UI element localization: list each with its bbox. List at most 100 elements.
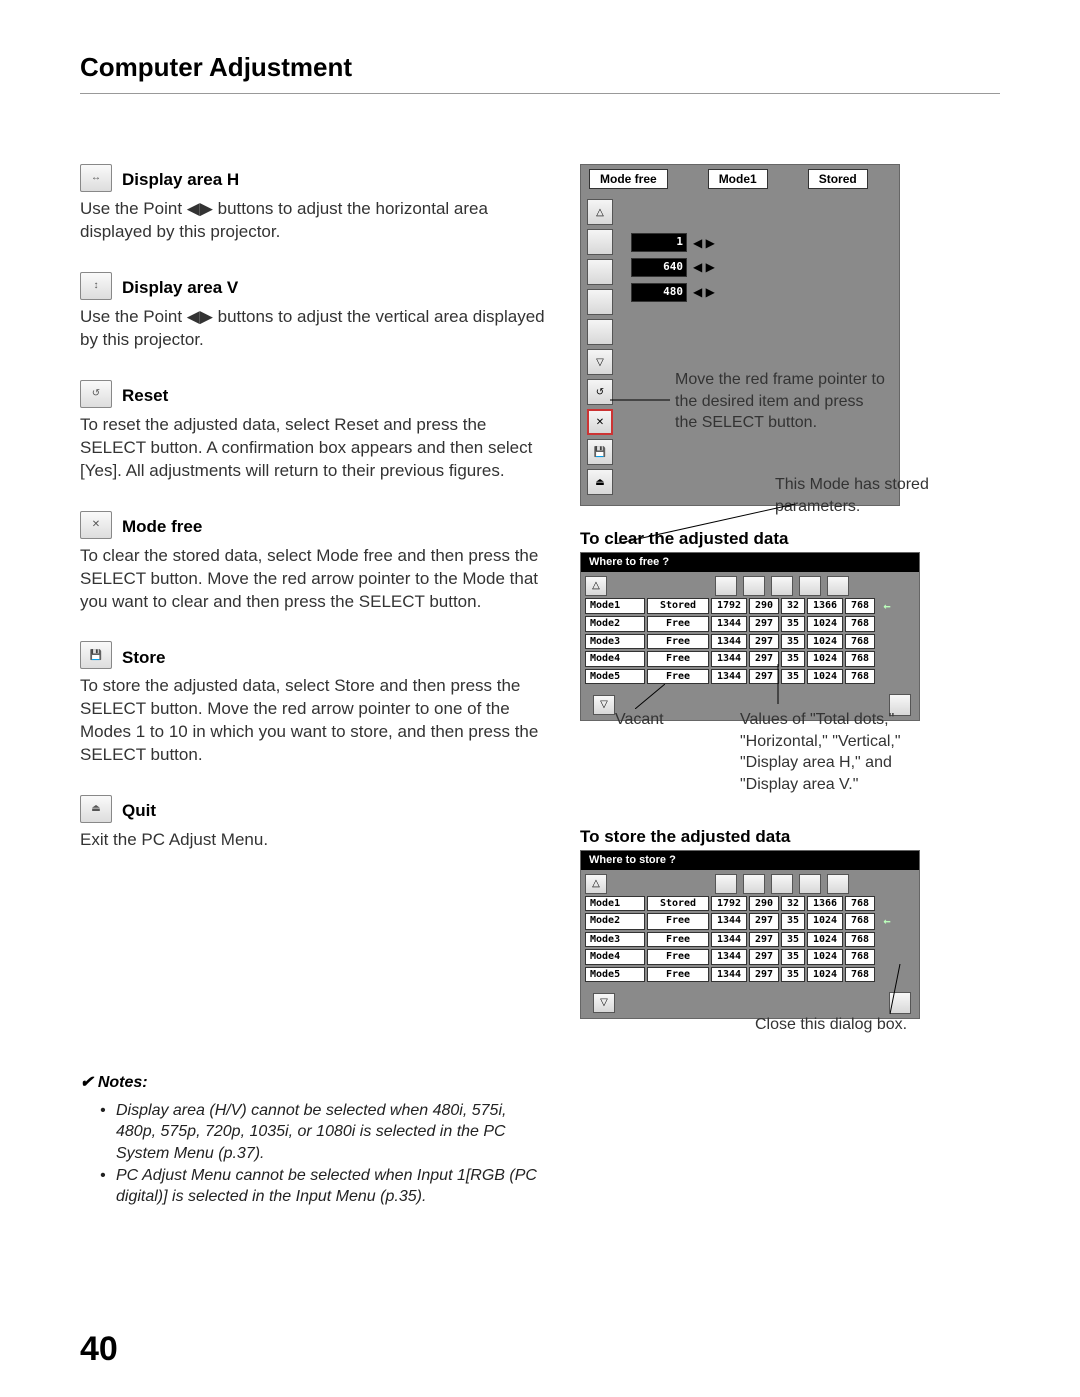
cell-dispv: 768 bbox=[845, 913, 875, 929]
callout-line-icon bbox=[635, 684, 665, 709]
store-title: Store bbox=[122, 647, 165, 670]
cell-dispv: 768 bbox=[845, 616, 875, 632]
cell-horizontal: 290 bbox=[749, 896, 779, 912]
cell-status: Free bbox=[647, 949, 709, 965]
cell-mode: Mode2 bbox=[585, 616, 645, 632]
table-down-icon[interactable]: ▽ bbox=[593, 993, 615, 1013]
table-row[interactable]: Mode4Free1344297351024768 bbox=[585, 651, 915, 667]
reset-body: To reset the adjusted data, select Reset… bbox=[80, 414, 550, 483]
store-icon: 💾 bbox=[80, 641, 112, 669]
store-body: To store the adjusted data, select Store… bbox=[80, 675, 550, 767]
cell-vertical: 32 bbox=[781, 896, 805, 912]
cell-totaldots: 1344 bbox=[711, 669, 747, 685]
display-v-icon: ↕ bbox=[80, 272, 112, 300]
callout-line-icon bbox=[890, 964, 910, 1014]
modefree-body: To clear the stored data, select Mode fr… bbox=[80, 545, 550, 614]
cell-status: Free bbox=[647, 913, 709, 929]
osd-total-icon[interactable] bbox=[587, 259, 613, 285]
osd-disph-icon[interactable] bbox=[587, 289, 613, 315]
cell-horizontal: 297 bbox=[749, 651, 779, 667]
col-icon bbox=[799, 874, 821, 894]
cell-vertical: 35 bbox=[781, 932, 805, 948]
table-clear-rows: Mode1Stored1792290321366768←Mode2Free134… bbox=[581, 598, 919, 690]
cell-status: Free bbox=[647, 669, 709, 685]
table-up-icon[interactable]: △ bbox=[585, 576, 607, 596]
osd-modefree-icon[interactable]: ✕ bbox=[587, 409, 613, 435]
osd-title: Mode free bbox=[589, 169, 668, 189]
notes-1: Display area (H/V) cannot be selected wh… bbox=[80, 1100, 550, 1165]
cell-horizontal: 297 bbox=[749, 616, 779, 632]
table-row[interactable]: Mode2Free1344297351024768 bbox=[585, 616, 915, 632]
cell-mode: Mode5 bbox=[585, 669, 645, 685]
osd-status-stored: Stored bbox=[808, 169, 868, 189]
quit-title: Quit bbox=[122, 800, 156, 823]
cell-totaldots: 1344 bbox=[711, 616, 747, 632]
cell-vertical: 35 bbox=[781, 651, 805, 667]
cell-disph: 1024 bbox=[807, 913, 843, 929]
table-down-icon[interactable]: ▽ bbox=[593, 695, 615, 715]
table-clear-header: Where to free ? bbox=[581, 553, 919, 572]
col-icon bbox=[715, 576, 737, 596]
cell-disph: 1024 bbox=[807, 949, 843, 965]
col-icon bbox=[743, 576, 765, 596]
table-row[interactable]: Mode1Stored1792290321366768 bbox=[585, 896, 915, 912]
osd-val-2: 640 bbox=[631, 258, 687, 277]
table-row[interactable]: Mode3Free1344297351024768 bbox=[585, 932, 915, 948]
osd-val-1: 1 bbox=[631, 233, 687, 252]
cell-totaldots: 1792 bbox=[711, 598, 747, 614]
table-clear-panel: Where to free ? △ Mode1Stored17922903213… bbox=[580, 552, 920, 721]
cell-vertical: 35 bbox=[781, 913, 805, 929]
page-title: Computer Adjustment bbox=[80, 50, 1000, 94]
quit-body: Exit the PC Adjust Menu. bbox=[80, 829, 550, 852]
osd-reset-icon[interactable]: ↺ bbox=[587, 379, 613, 405]
col-icon bbox=[715, 874, 737, 894]
section-store-label: To store the adjusted data bbox=[580, 826, 790, 849]
row-pointer-icon bbox=[877, 949, 897, 965]
reset-icon: ↺ bbox=[80, 380, 112, 408]
col-icon bbox=[771, 874, 793, 894]
item-reset: ↺ Reset To reset the adjusted data, sele… bbox=[80, 380, 550, 483]
values-label: Values of "Total dots," "Horizontal," "V… bbox=[740, 709, 940, 795]
osd-quit-icon[interactable]: ⏏ bbox=[587, 469, 613, 495]
cell-horizontal: 290 bbox=[749, 598, 779, 614]
osd-hv-icon[interactable] bbox=[587, 229, 613, 255]
cell-dispv: 768 bbox=[845, 932, 875, 948]
left-right-icon[interactable]: ◀ ▶ bbox=[693, 259, 715, 275]
cell-mode: Mode2 bbox=[585, 913, 645, 929]
notes-block: ✔ Notes: Display area (H/V) cannot be se… bbox=[80, 1072, 550, 1208]
row-pointer-icon bbox=[877, 896, 897, 912]
modefree-title: Mode free bbox=[122, 516, 202, 539]
table-store-header: Where to store ? bbox=[581, 851, 919, 870]
row-pointer-icon bbox=[877, 651, 897, 667]
left-right-icon[interactable]: ◀ ▶ bbox=[693, 235, 715, 251]
table-row[interactable]: Mode5Free1344297351024768 bbox=[585, 967, 915, 983]
cell-totaldots: 1344 bbox=[711, 967, 747, 983]
cell-status: Free bbox=[647, 932, 709, 948]
osd-up-icon[interactable]: △ bbox=[587, 199, 613, 225]
cell-mode: Mode1 bbox=[585, 598, 645, 614]
table-row[interactable]: Mode3Free1344297351024768 bbox=[585, 634, 915, 650]
table-store-panel: Where to store ? △ Mode1Stored1792290321… bbox=[580, 850, 920, 1019]
cell-mode: Mode1 bbox=[585, 896, 645, 912]
close-dialog-label: Close this dialog box. bbox=[755, 1014, 907, 1036]
cell-totaldots: 1344 bbox=[711, 634, 747, 650]
osd-store-icon[interactable]: 💾 bbox=[587, 439, 613, 465]
left-right-icon[interactable]: ◀ ▶ bbox=[693, 284, 715, 300]
cell-horizontal: 297 bbox=[749, 967, 779, 983]
osd-dispv-icon[interactable] bbox=[587, 319, 613, 345]
table-row[interactable]: Mode4Free1344297351024768 bbox=[585, 949, 915, 965]
item-quit: ⏏ Quit Exit the PC Adjust Menu. bbox=[80, 795, 550, 852]
cell-disph: 1024 bbox=[807, 932, 843, 948]
cell-horizontal: 297 bbox=[749, 634, 779, 650]
col-icon bbox=[743, 874, 765, 894]
cell-disph: 1024 bbox=[807, 634, 843, 650]
table-up-icon[interactable]: △ bbox=[585, 874, 607, 894]
osd-down-icon[interactable]: ▽ bbox=[587, 349, 613, 375]
table-row[interactable]: Mode1Stored1792290321366768← bbox=[585, 598, 915, 614]
table-row[interactable]: Mode2Free1344297351024768← bbox=[585, 913, 915, 929]
cell-totaldots: 1344 bbox=[711, 651, 747, 667]
cell-disph: 1366 bbox=[807, 896, 843, 912]
cell-status: Free bbox=[647, 967, 709, 983]
row-pointer-icon: ← bbox=[877, 913, 897, 929]
table-row[interactable]: Mode5Free1344297351024768 bbox=[585, 669, 915, 685]
